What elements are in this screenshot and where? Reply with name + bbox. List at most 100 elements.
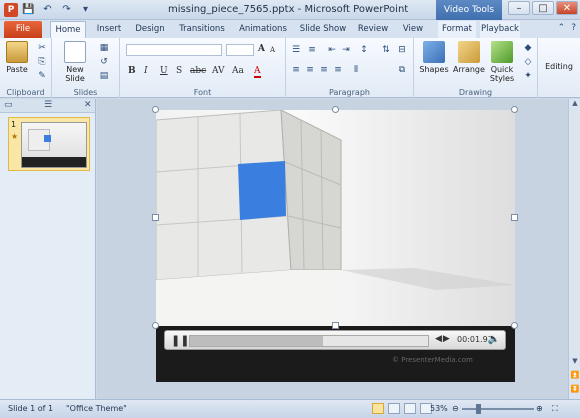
format-painter-icon[interactable]: ✎ — [36, 70, 48, 82]
save-icon[interactable]: 💾 — [22, 3, 35, 16]
arrange-button[interactable]: Arrange — [452, 41, 486, 74]
volume-icon[interactable]: 🔈 — [488, 334, 500, 345]
video-progress-fill — [190, 336, 324, 346]
shapes-icon — [423, 41, 445, 63]
cut-icon[interactable]: ✂ — [36, 42, 48, 54]
justify-icon[interactable]: ≡ — [332, 64, 344, 76]
resize-handle-w[interactable] — [152, 214, 159, 221]
tab-playback[interactable]: Playback — [480, 21, 520, 38]
editing-button[interactable]: Editing — [540, 62, 578, 71]
underline-button[interactable]: U — [160, 66, 168, 76]
redo-icon[interactable]: ↷ — [60, 3, 73, 16]
line-spacing-icon[interactable]: ↕ — [358, 44, 370, 56]
zoom-in-icon[interactable]: ⊕ — [536, 404, 543, 413]
star-icon: ★ — [11, 132, 19, 141]
shape-effects-icon[interactable]: ✦ — [522, 70, 534, 82]
close-pane-icon[interactable]: ✕ — [84, 100, 92, 110]
change-case-button[interactable]: Aa — [232, 66, 244, 76]
tab-slide-show[interactable]: Slide Show — [298, 21, 348, 38]
reading-view-icon[interactable] — [404, 403, 416, 414]
smartart-icon[interactable]: ⧉ — [396, 64, 408, 76]
increase-indent-icon[interactable]: ⇥ — [340, 44, 352, 56]
text-direction-icon[interactable]: ⇅ — [380, 44, 392, 56]
tab-animations[interactable]: Animations — [236, 21, 290, 38]
shape-fill-icon[interactable]: ◆ — [522, 42, 534, 54]
shape-outline-icon[interactable]: ◇ — [522, 56, 534, 68]
next-slide-icon[interactable]: ⏬ — [570, 385, 580, 397]
layout-icon[interactable]: ▦ — [98, 42, 110, 54]
tab-insert[interactable]: Insert — [92, 21, 126, 38]
vertical-scrollbar[interactable]: ▲ ▼ ⏫ ⏬ — [568, 99, 580, 399]
maximize-icon[interactable]: □ — [532, 1, 554, 15]
bullets-icon[interactable]: ☰ — [290, 44, 302, 56]
paste-button[interactable]: Paste — [4, 41, 30, 74]
customize-qat-icon[interactable]: ▾ — [79, 3, 92, 16]
font-color-button[interactable]: A — [254, 66, 261, 78]
help-icon[interactable]: ? — [571, 23, 576, 33]
quick-styles-button[interactable]: Quick Styles — [488, 41, 516, 83]
tab-file[interactable]: File — [4, 21, 42, 38]
new-slide-button[interactable]: New Slide — [58, 41, 92, 83]
copy-icon[interactable]: ⎘ — [36, 56, 48, 68]
resize-handle-e[interactable] — [511, 214, 518, 221]
resize-handle-nw[interactable] — [152, 106, 159, 113]
scroll-down-icon[interactable]: ▼ — [570, 357, 580, 369]
slides-tab-icon[interactable]: ▭ — [4, 100, 13, 110]
slide-thumbnail[interactable]: 1 ★ — [8, 117, 90, 171]
slide-canvas[interactable]: ❚❚ ◀▶ 00:01.97 🔈 © PresenterMedia.com — [152, 106, 518, 382]
slides-pane: ▭ ☰ ✕ 1 ★ — [0, 99, 96, 399]
shadow-button[interactable]: S — [176, 66, 182, 76]
zoom-slider-knob[interactable] — [476, 404, 481, 414]
close-icon[interactable]: ✕ — [556, 1, 578, 15]
font-size-combo[interactable] — [226, 44, 254, 56]
grow-font-button[interactable]: A — [258, 44, 265, 54]
normal-view-icon[interactable] — [372, 403, 384, 414]
align-center-icon[interactable]: ≡ — [304, 64, 316, 76]
fit-slide-icon[interactable]: ⛶ — [552, 404, 558, 414]
resize-handle-ne[interactable] — [511, 106, 518, 113]
video-frame[interactable] — [156, 110, 515, 326]
resize-handle-s[interactable] — [332, 322, 339, 329]
zoom-out-icon[interactable]: ⊖ — [452, 404, 459, 413]
minimize-icon[interactable]: – — [508, 1, 530, 15]
character-spacing-button[interactable]: AV — [212, 66, 225, 76]
resize-handle-se[interactable] — [511, 322, 518, 329]
align-right-icon[interactable]: ≡ — [318, 64, 330, 76]
tab-view[interactable]: View — [398, 21, 428, 38]
reset-icon[interactable]: ↺ — [98, 56, 110, 68]
undo-icon[interactable]: ↶ — [41, 3, 54, 16]
align-left-icon[interactable]: ≡ — [290, 64, 302, 76]
outline-tab-icon[interactable]: ☰ — [44, 100, 52, 110]
tab-home[interactable]: Home — [50, 21, 86, 38]
tab-format[interactable]: Format — [438, 21, 476, 38]
decrease-indent-icon[interactable]: ⇤ — [326, 44, 338, 56]
slides-group-label: Slides — [73, 88, 98, 97]
align-text-icon[interactable]: ⊟ — [396, 44, 408, 56]
resize-handle-n[interactable] — [332, 106, 339, 113]
scroll-up-icon[interactable]: ▲ — [570, 99, 580, 111]
section-icon[interactable]: ▤ — [98, 70, 110, 82]
pause-icon[interactable]: ❚❚ — [171, 334, 189, 347]
powerpoint-app-icon[interactable]: P — [4, 3, 18, 17]
bold-button[interactable]: B — [128, 66, 136, 76]
slide-sorter-icon[interactable] — [388, 403, 400, 414]
shapes-button[interactable]: Shapes — [418, 41, 450, 74]
video-progress-bar[interactable] — [189, 335, 429, 347]
zoom-level[interactable]: 53% — [430, 404, 448, 413]
shrink-font-button[interactable]: A — [270, 46, 275, 54]
ribbon-tabs: File Home Insert Design Transitions Anim… — [0, 20, 580, 38]
strikethrough-button[interactable]: abc — [190, 66, 206, 76]
tab-design[interactable]: Design — [132, 21, 168, 38]
numbering-icon[interactable]: ≡ — [306, 44, 318, 56]
resize-handle-sw[interactable] — [152, 322, 159, 329]
tab-transitions[interactable]: Transitions — [176, 21, 228, 38]
minimize-ribbon-icon[interactable]: ⌃ — [558, 23, 566, 33]
tab-review[interactable]: Review — [356, 21, 390, 38]
previous-slide-icon[interactable]: ⏫ — [570, 371, 580, 383]
zoom-slider[interactable] — [462, 408, 534, 410]
italic-button[interactable]: I — [144, 66, 148, 76]
seek-back-forward-icons[interactable]: ◀▶ — [435, 334, 451, 344]
columns-icon[interactable]: ⫴ — [350, 64, 362, 76]
thumbnail-blue-piece — [44, 135, 51, 142]
font-family-combo[interactable] — [126, 44, 222, 56]
